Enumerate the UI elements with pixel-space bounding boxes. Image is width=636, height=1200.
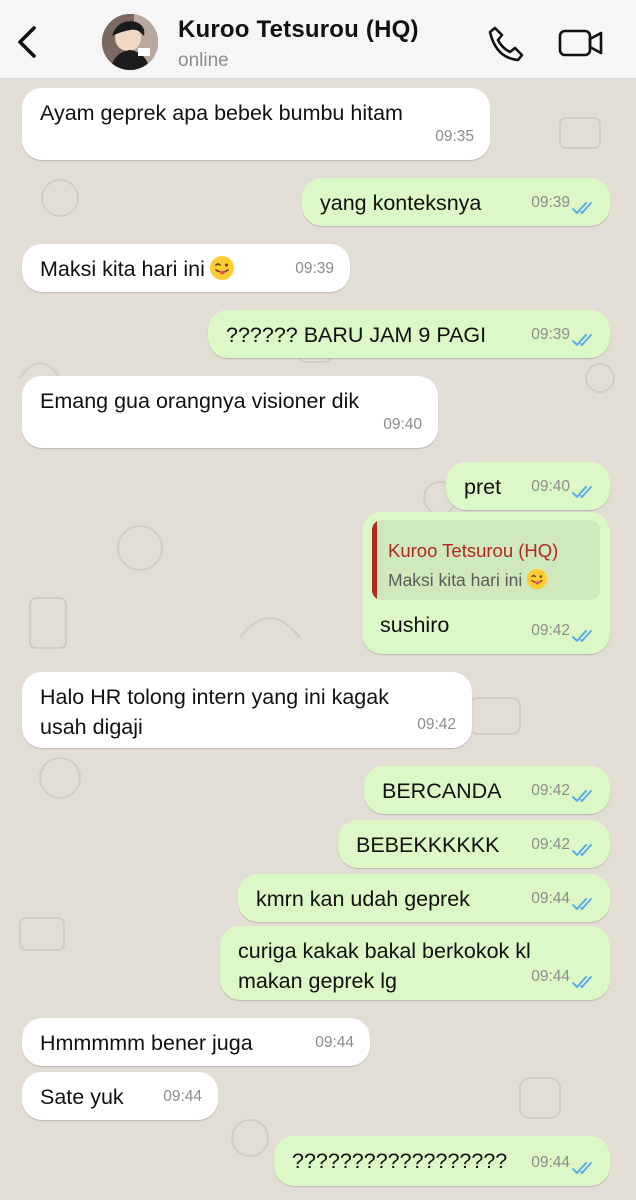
message-incoming[interactable]: Hmmmmm bener juga 09:44 — [22, 1018, 370, 1066]
tongue-out-emoji-icon — [209, 256, 234, 281]
message-text: Halo HR tolong intern yang ini kagak usa… — [40, 685, 389, 739]
quote-author: Kuroo Tetsurou (HQ) — [388, 540, 559, 561]
read-receipt-icon — [572, 898, 592, 911]
message-text: yang konteksnya — [320, 191, 482, 215]
read-receipt-icon — [572, 486, 592, 499]
message-text: pret — [464, 475, 502, 499]
message-text: curiga kakak bakal berkokok kl makan gep… — [238, 939, 531, 993]
back-arrow-icon[interactable] — [10, 22, 44, 62]
message-incoming[interactable]: Emang gua orangnya visioner dik 09:40 — [22, 376, 438, 448]
message-text: ?????????????????? — [292, 1149, 508, 1173]
message-text: BEBEKKKKKK — [356, 833, 500, 857]
message-time: 09:39 — [531, 326, 570, 343]
quoted-message[interactable]: Kuroo Tetsurou (HQ) Maksi kita hari ini — [372, 520, 600, 600]
message-incoming[interactable]: Sate yuk 09:44 — [22, 1072, 218, 1120]
message-time: 09:42 — [531, 622, 570, 639]
read-receipt-icon — [572, 1162, 592, 1175]
contact-status: online — [178, 50, 229, 71]
message-text: Ayam geprek apa bebek bumbu hitam — [40, 101, 403, 125]
read-receipt-icon — [572, 844, 592, 857]
message-time: 09:39 — [295, 260, 334, 277]
read-receipt-icon — [572, 976, 592, 989]
message-time: 09:44 — [531, 1154, 570, 1171]
read-receipt-icon — [572, 790, 592, 803]
message-outgoing-reply[interactable]: Kuroo Tetsurou (HQ) Maksi kita hari ini … — [362, 512, 610, 654]
message-outgoing[interactable]: ?????? BARU JAM 9 PAGI 09:39 — [208, 310, 610, 358]
message-text: sushiro — [380, 613, 450, 637]
read-receipt-icon — [572, 334, 592, 347]
message-time: 09:42 — [417, 716, 456, 733]
message-text: Hmmmmm bener juga — [40, 1031, 253, 1055]
message-outgoing[interactable]: BERCANDA 09:42 — [364, 766, 610, 814]
message-outgoing[interactable]: yang konteksnya 09:39 — [302, 178, 610, 226]
message-time: 09:39 — [531, 194, 570, 211]
message-time: 09:35 — [435, 128, 474, 145]
message-incoming[interactable]: Maksi kita hari ini 09:39 — [22, 244, 350, 292]
message-outgoing[interactable]: pret 09:40 — [446, 462, 610, 510]
phone-call-icon[interactable] — [486, 24, 524, 62]
message-time: 09:44 — [315, 1034, 354, 1051]
message-text: ?????? BARU JAM 9 PAGI — [226, 323, 487, 347]
message-outgoing[interactable]: ?????????????????? 09:44 — [274, 1136, 610, 1186]
message-outgoing[interactable]: curiga kakak bakal berkokok kl makan gep… — [220, 926, 610, 1000]
message-incoming[interactable]: Ayam geprek apa bebek bumbu hitam 09:35 — [22, 88, 490, 160]
quote-text: Maksi kita hari ini — [388, 565, 548, 595]
message-time: 09:44 — [163, 1088, 202, 1105]
contact-name[interactable]: Kuroo Tetsurou (HQ) — [178, 16, 419, 44]
message-text: kmrn kan udah geprek — [256, 887, 470, 911]
read-receipt-icon — [572, 202, 592, 215]
message-time: 09:44 — [531, 968, 570, 985]
message-outgoing[interactable]: BEBEKKKKKK 09:42 — [338, 820, 610, 868]
message-text: Emang gua orangnya visioner dik — [40, 389, 360, 413]
message-text: BERCANDA — [382, 779, 502, 803]
quote-accent-bar — [372, 520, 377, 600]
avatar-image-icon — [102, 14, 158, 70]
message-time: 09:42 — [531, 782, 570, 799]
tongue-out-emoji-icon — [527, 569, 548, 590]
contact-avatar[interactable] — [102, 14, 158, 70]
chat-header: Kuroo Tetsurou (HQ) online — [0, 0, 636, 79]
read-receipt-icon — [572, 630, 592, 643]
message-outgoing[interactable]: kmrn kan udah geprek 09:44 — [238, 874, 610, 922]
message-list[interactable]: Ayam geprek apa bebek bumbu hitam 09:35 … — [0, 78, 636, 1200]
message-time: 09:44 — [531, 890, 570, 907]
message-time: 09:40 — [383, 416, 422, 433]
video-call-icon[interactable] — [558, 26, 604, 60]
message-text: Sate yuk — [40, 1085, 124, 1109]
message-time: 09:40 — [531, 478, 570, 495]
message-text: Maksi kita hari ini — [40, 254, 235, 284]
message-incoming[interactable]: Halo HR tolong intern yang ini kagak usa… — [22, 672, 472, 748]
message-time: 09:42 — [531, 836, 570, 853]
